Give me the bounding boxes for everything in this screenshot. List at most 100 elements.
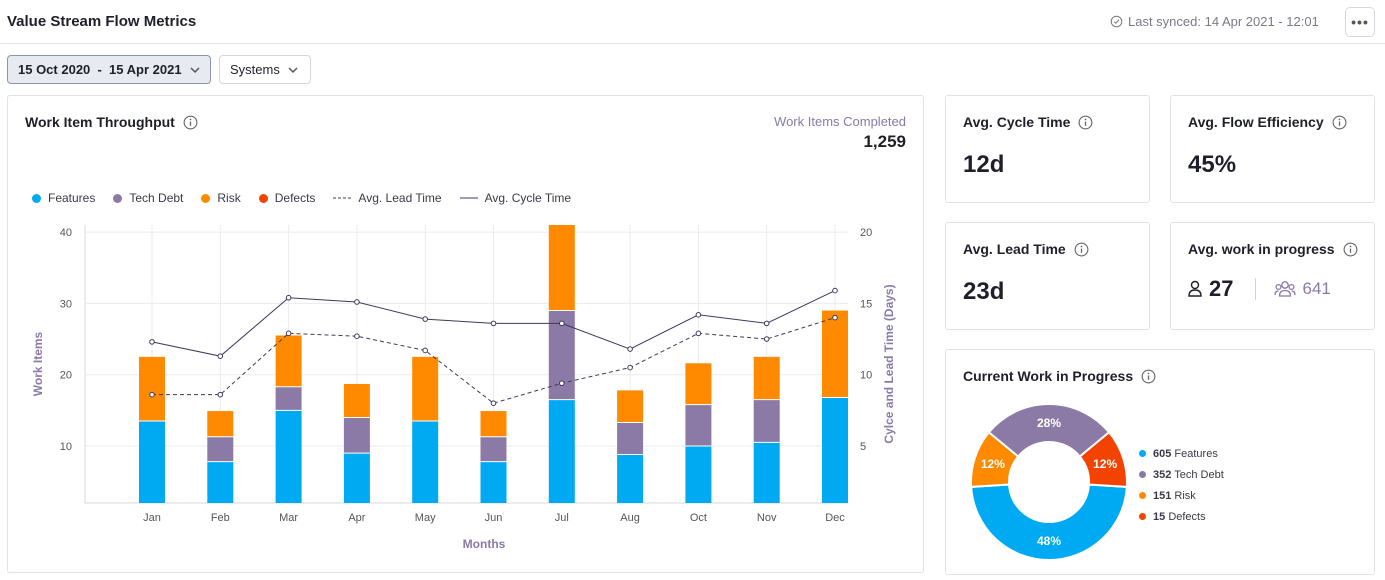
x-tick-label: Feb	[211, 512, 230, 524]
x-tick-label: May	[415, 512, 436, 524]
risk-swatch	[1139, 492, 1146, 499]
kpi-cycle-title-row: Avg. Cycle Time	[963, 114, 1093, 130]
donut-label-tech-debt: 28%	[1037, 416, 1061, 430]
bar-features	[617, 454, 644, 503]
x-tick-label: Apr	[348, 512, 365, 524]
donut-legend-defects[interactable]: 15 Defects	[1139, 506, 1224, 527]
bar-tech-debt	[753, 399, 780, 443]
y2-tick-label: 5	[860, 441, 866, 453]
info-icon[interactable]	[1074, 242, 1089, 257]
bar-features	[275, 410, 302, 503]
bar-tech-debt	[480, 436, 507, 462]
wip-individual: 27	[1187, 276, 1233, 302]
x-tick-label: Jul	[555, 512, 569, 524]
donut-slice-features[interactable]	[970, 483, 1128, 561]
donut-legend-tech-debt[interactable]: 352 Tech Debt	[1139, 464, 1224, 485]
y-tick-label: 20	[60, 370, 72, 382]
wip-values: 27 641	[1187, 276, 1331, 302]
team-icon	[1274, 281, 1297, 297]
info-icon[interactable]	[1332, 115, 1347, 130]
bar-risk	[412, 356, 439, 422]
lead-time-point	[217, 391, 224, 398]
bar-tech-debt	[685, 404, 712, 446]
cycle-time-point	[763, 320, 770, 327]
kpi-wip-title-row: Avg. work in progress	[1188, 241, 1358, 257]
y-axis-title: Work Items	[31, 331, 45, 396]
kpi-flow-title-row: Avg. Flow Efficiency	[1188, 114, 1347, 130]
x-tick-label: Jun	[485, 512, 503, 524]
donut-legend-features-text: 605 Features	[1153, 448, 1218, 460]
defects-count: 15	[1153, 510, 1166, 523]
x-tick-label: Aug	[620, 512, 640, 524]
last-synced-text: Last synced: 14 Apr 2021 - 12:01	[1128, 14, 1319, 29]
bar-risk	[343, 383, 370, 418]
bar-features	[480, 461, 507, 503]
bar-tech-debt	[207, 436, 234, 462]
donut-legend-features[interactable]: 605 Features	[1139, 443, 1224, 464]
lead-time-point	[149, 391, 155, 398]
cycle-time-point	[832, 287, 838, 294]
last-synced: Last synced: 14 Apr 2021 - 12:01	[1110, 14, 1319, 29]
x-tick-label: Dec	[825, 512, 845, 524]
risk-label: Risk	[1174, 489, 1196, 502]
cycle-time-point	[627, 346, 633, 352]
features-swatch	[1139, 450, 1146, 457]
check-circle-icon	[1110, 15, 1123, 28]
bar-features	[822, 397, 848, 503]
donut-legend-risk[interactable]: 151 Risk	[1139, 485, 1224, 506]
wip-team: 641	[1274, 279, 1331, 299]
lead-time-point	[763, 336, 770, 342]
info-icon[interactable]	[1343, 242, 1358, 257]
wip-donut-legend: 605 Features 352 Tech Debt 151 Risk 15 D…	[1139, 443, 1224, 527]
kpi-lead-time-card: Avg. Lead Time 23d	[945, 222, 1150, 330]
y2-tick-label: 20	[860, 227, 872, 239]
kpi-lead-title: Avg. Lead Time	[963, 241, 1066, 257]
kpi-lead-title-row: Avg. Lead Time	[963, 241, 1089, 257]
bar-risk	[548, 225, 575, 311]
kpi-flow-title: Avg. Flow Efficiency	[1188, 114, 1324, 130]
bar-tech-debt	[617, 422, 644, 455]
donut-label-defects: 12%	[1093, 457, 1117, 471]
y2-tick-label: 10	[860, 370, 872, 382]
donut-label-features: 48%	[1037, 534, 1061, 548]
bar-features	[207, 461, 234, 503]
bar-risk	[139, 356, 165, 422]
lead-time-point	[490, 400, 497, 407]
lead-time-point	[559, 380, 565, 387]
more-options-button[interactable]: •••	[1345, 7, 1375, 37]
lead-time-point	[354, 333, 360, 340]
wip-divider	[1255, 278, 1257, 300]
y-tick-label: 30	[60, 298, 72, 310]
donut-legend-tech-debt-text: 352 Tech Debt	[1153, 469, 1224, 481]
cycle-time-point	[217, 353, 224, 359]
tech-debt-count: 352	[1153, 468, 1172, 481]
info-icon[interactable]	[1078, 115, 1093, 130]
cycle-time-point	[559, 320, 565, 327]
bar-features	[685, 445, 712, 503]
cycle-time-point	[422, 316, 429, 322]
bar-features	[343, 453, 370, 503]
x-tick-label: Jan	[143, 512, 161, 524]
info-icon[interactable]	[1141, 369, 1156, 384]
lead-time-point	[627, 364, 633, 371]
tech-debt-swatch	[1139, 471, 1146, 478]
x-tick-label: Oct	[690, 512, 707, 524]
risk-count: 151	[1153, 489, 1172, 502]
bar-features	[139, 421, 165, 503]
lead-time-point	[285, 330, 292, 337]
lead-time-point	[422, 347, 429, 354]
bar-features	[412, 421, 439, 503]
kpi-cycle-title: Avg. Cycle Time	[963, 114, 1071, 130]
lead-time-point	[695, 330, 702, 337]
donut-legend-risk-text: 151 Risk	[1153, 490, 1196, 502]
bar-risk	[685, 363, 712, 405]
kpi-lead-value: 23d	[963, 278, 1005, 305]
features-label: Features	[1174, 447, 1218, 460]
y2-tick-label: 15	[860, 298, 872, 310]
current-wip-title: Current Work in Progress	[963, 368, 1134, 384]
x-axis-title: Months	[463, 537, 506, 551]
bar-risk	[275, 335, 302, 387]
y2-axis-title: Cylce and Lead Time (Days)	[882, 284, 896, 443]
features-count: 605	[1153, 447, 1172, 460]
bar-tech-debt	[275, 386, 302, 411]
